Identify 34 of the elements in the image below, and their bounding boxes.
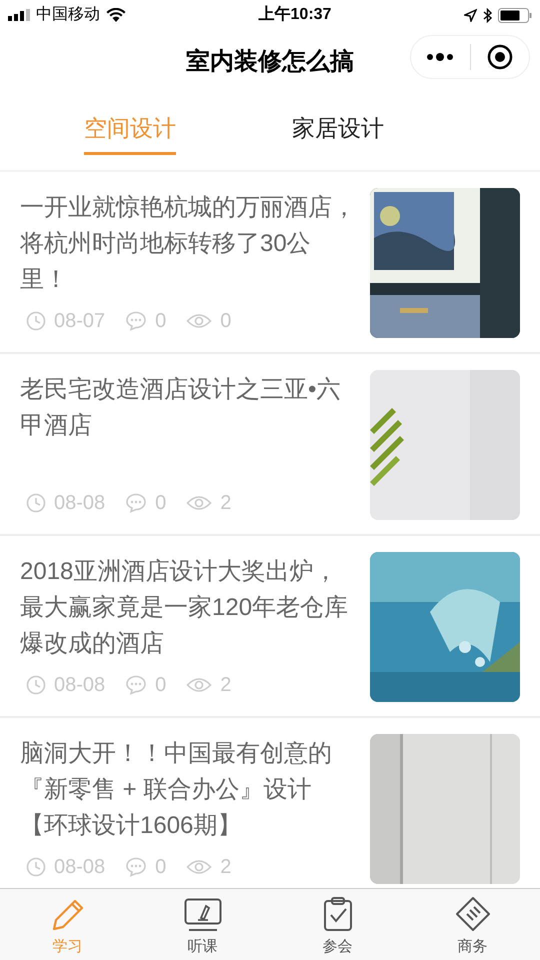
- tag-icon: [454, 896, 490, 932]
- carrier-name: 中国移动: [36, 4, 100, 25]
- article-title: 一开业就惊艳杭城的万丽酒店，将杭州时尚地标转移了30公里！: [20, 193, 356, 295]
- status-time: 上午10:37: [258, 4, 332, 25]
- clock-icon: [26, 857, 46, 877]
- clock-icon: [26, 311, 46, 331]
- eye-icon: [186, 858, 212, 876]
- pencil-icon: [50, 898, 84, 932]
- comment-icon: [125, 493, 148, 513]
- wifi-icon: [106, 8, 126, 22]
- location-arrow-icon: [464, 8, 477, 22]
- article-title: 2018亚洲酒店设计大奖出炉，最大赢家竟是一家120年老仓库爆改成的酒店: [20, 557, 350, 659]
- close-target-icon[interactable]: [486, 44, 513, 70]
- eye-icon: [186, 312, 212, 330]
- signal-icon: [8, 9, 30, 21]
- bluetooth-icon: [482, 8, 492, 22]
- comment-icon: [125, 675, 148, 695]
- comment-icon: [125, 857, 148, 877]
- tab-bar-item[interactable]: 参会: [270, 889, 405, 960]
- whiteboard-icon: [184, 898, 222, 932]
- comment-icon: [125, 311, 148, 331]
- more-icon[interactable]: [426, 53, 454, 61]
- article-title: 老民宅改造酒店设计之三亚•六甲酒店: [20, 375, 342, 441]
- tab-bar-item[interactable]: 听课: [135, 889, 270, 960]
- clock-icon: [26, 675, 46, 695]
- article-title: 脑洞大开！！中国最有创意的『新零售 + 联合办公』设计【环球设计1606期】: [20, 739, 333, 841]
- tab-bar-item[interactable]: 商务: [405, 889, 540, 960]
- clipboard-check-icon: [322, 896, 352, 932]
- page-title: 室内装修怎么搞: [186, 47, 354, 77]
- eye-icon: [186, 676, 212, 694]
- clock-icon: [26, 493, 46, 513]
- eye-icon: [186, 494, 212, 512]
- category-tab[interactable]: 家居设计: [292, 112, 384, 155]
- battery-icon: [498, 8, 532, 22]
